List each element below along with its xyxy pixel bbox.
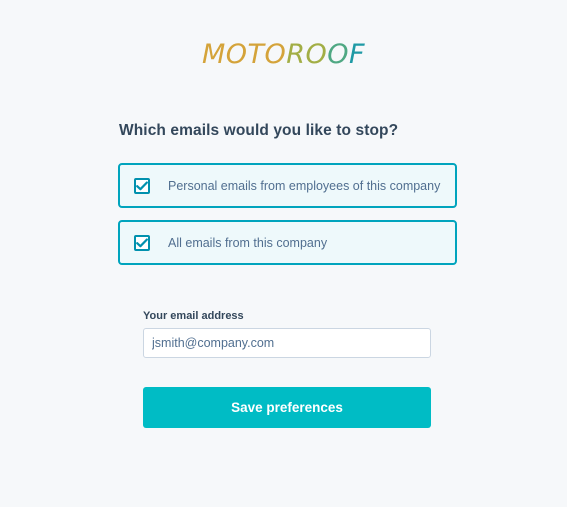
logo-text-part-1: MOTO <box>201 39 287 70</box>
checkmark-icon <box>136 238 148 247</box>
save-preferences-button[interactable]: Save preferences <box>143 387 431 428</box>
logo-text-part-2: RO <box>286 39 328 70</box>
email-field-label: Your email address <box>143 310 244 322</box>
checkbox-personal-emails[interactable] <box>134 177 150 194</box>
form-question: Which emails would you like to stop? <box>119 122 399 139</box>
unsubscribe-page: MOTOROOF Which emails would you like to … <box>0 0 567 507</box>
brand-logo: MOTOROOF <box>0 38 567 72</box>
logo-text-part-3: O <box>327 39 350 70</box>
option-all-emails-label: All emails from this company <box>168 235 328 250</box>
checkmark-icon <box>136 181 148 190</box>
option-personal-emails-label: Personal emails from employees of this c… <box>168 178 441 193</box>
email-field[interactable] <box>143 328 431 358</box>
logo-text-part-4: F <box>349 39 366 70</box>
checkbox-all-emails[interactable] <box>134 234 150 251</box>
option-personal-emails[interactable]: Personal emails from employees of this c… <box>118 163 457 208</box>
option-all-emails[interactable]: All emails from this company <box>118 220 457 265</box>
